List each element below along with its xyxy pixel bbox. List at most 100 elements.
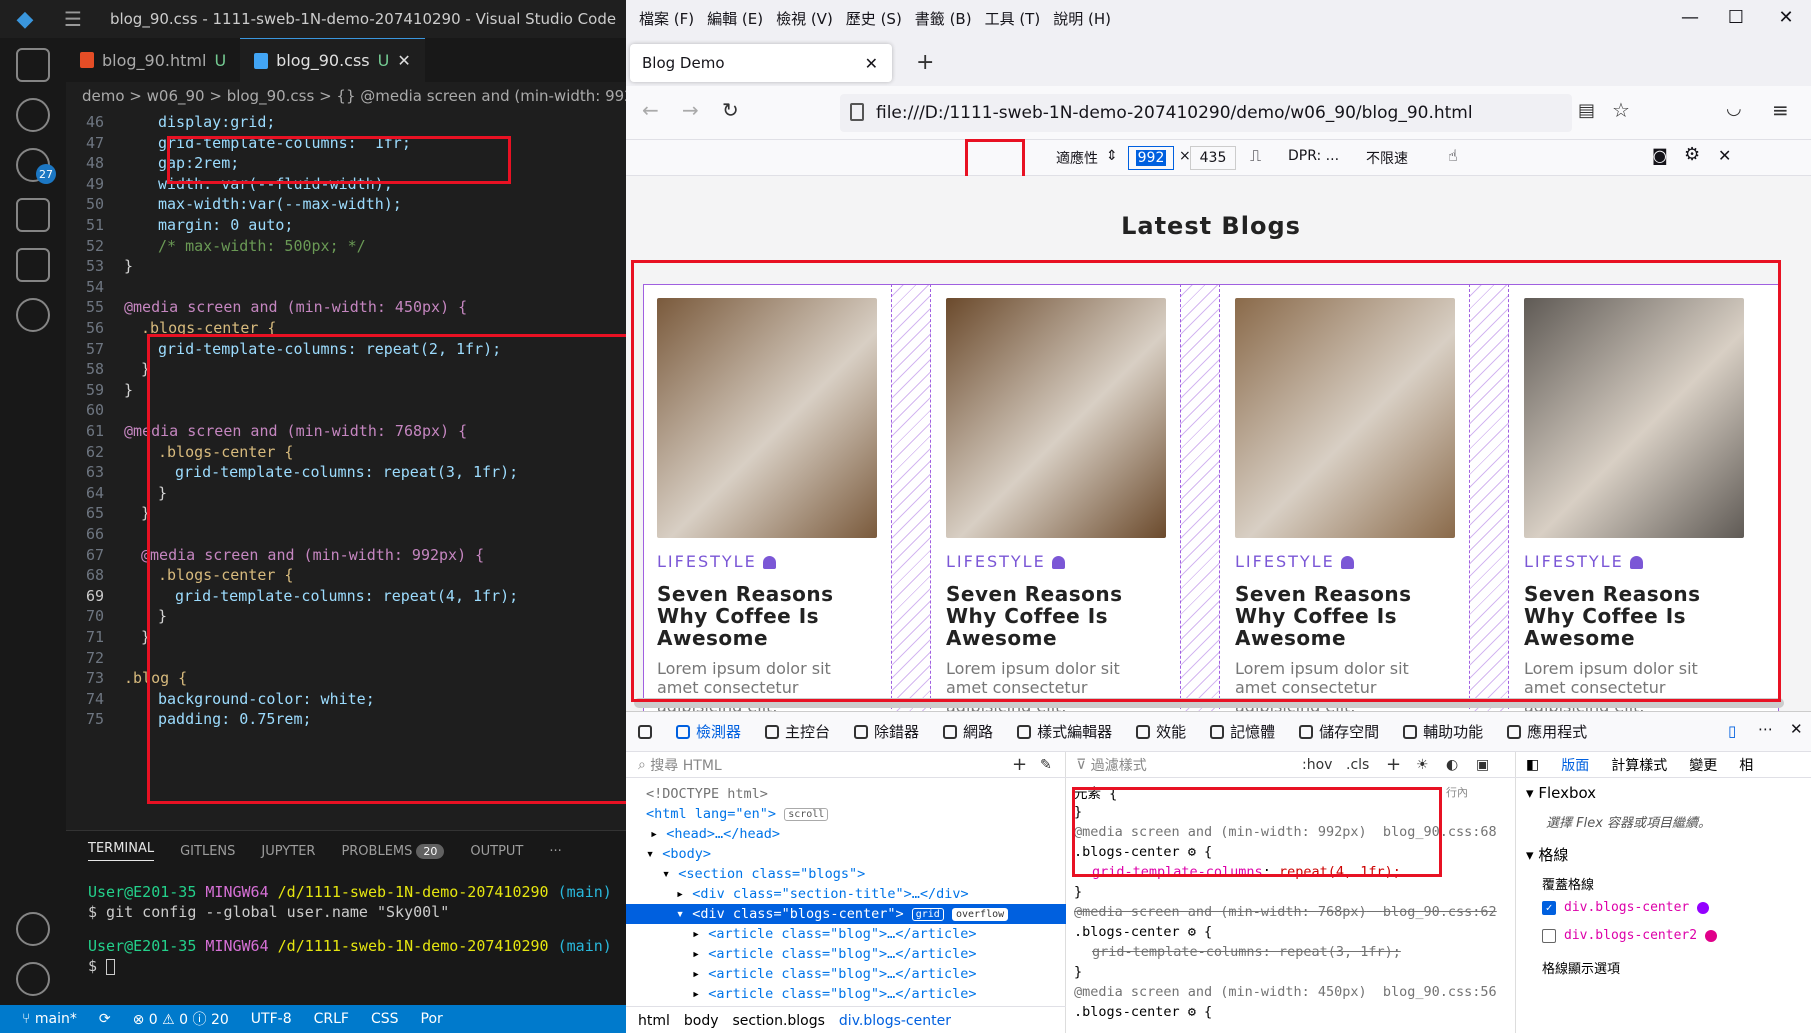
- tab-gitlens[interactable]: GITLENS: [180, 844, 235, 859]
- rule-source[interactable]: blog_90.css:56: [1383, 984, 1497, 1000]
- tab-blog-html[interactable]: blog_90.html U: [66, 38, 240, 82]
- scroll-badge[interactable]: scroll: [784, 807, 829, 821]
- tree-node[interactable]: ▸ <article class="blog">…</article>: [626, 924, 1066, 944]
- viewport-height-input[interactable]: 435: [1190, 146, 1236, 170]
- flexbox-section[interactable]: ▾ Flexbox: [1526, 784, 1596, 802]
- new-tab-icon[interactable]: +: [916, 50, 934, 75]
- tab-inspector[interactable]: 檢測器: [676, 721, 741, 742]
- tab-console[interactable]: 主控台: [765, 721, 830, 742]
- tree-node[interactable]: ▾ <section class="blogs">: [626, 864, 1066, 884]
- minimize-icon[interactable]: —: [1670, 2, 1710, 32]
- tab-layout[interactable]: 版面: [1561, 755, 1589, 775]
- back-icon[interactable]: ←: [642, 98, 659, 122]
- menu-help[interactable]: 說明 (H): [1053, 8, 1111, 29]
- tab-output[interactable]: OUTPUT: [470, 844, 523, 859]
- tab-computed[interactable]: 計算樣式: [1611, 755, 1667, 775]
- screenshot-icon[interactable]: ◙: [1652, 146, 1668, 165]
- port-status[interactable]: Por: [421, 1011, 443, 1027]
- sync-icon[interactable]: ⟳: [99, 1011, 111, 1027]
- tab-blog-css[interactable]: blog_90.css U ✕: [240, 38, 425, 82]
- crumb-selected[interactable]: div.blogs-center: [839, 1013, 951, 1029]
- tab-debugger[interactable]: 除錯器: [854, 721, 919, 742]
- rule-selector[interactable]: .blogs-center ⚙ {: [1066, 842, 1516, 862]
- settings-gear-icon[interactable]: ⚙: [1684, 144, 1700, 165]
- menu-view[interactable]: 檢視 (V): [776, 8, 833, 29]
- rule-selector[interactable]: .blogs-center ⚙ {: [1066, 922, 1516, 942]
- crumb[interactable]: section.blogs: [733, 1013, 825, 1029]
- tab-style-editor[interactable]: 樣式編輯器: [1017, 721, 1112, 742]
- menu-tools[interactable]: 工具 (T): [985, 8, 1041, 29]
- checkbox-checked[interactable]: ✓: [1542, 900, 1556, 915]
- close-rdm-icon[interactable]: ✕: [1718, 146, 1731, 165]
- responsive-label[interactable]: 適應性: [1056, 148, 1098, 168]
- dpr-select[interactable]: DPR: ...: [1288, 148, 1339, 164]
- tab-memory[interactable]: 記憶體: [1210, 721, 1275, 742]
- grid-color-swatch[interactable]: [1705, 929, 1718, 942]
- touch-icon[interactable]: ☝: [1448, 146, 1458, 165]
- style-filter-input[interactable]: ⊽ 過濾樣式 :hov .cls + ☀ ◐ ▣: [1066, 752, 1516, 778]
- extensions-icon[interactable]: [16, 248, 50, 282]
- throttle-select[interactable]: 不限速: [1366, 148, 1408, 168]
- menu-history[interactable]: 歷史 (S): [846, 8, 902, 29]
- tab-jupyter[interactable]: JUPYTER: [261, 844, 315, 859]
- picker-icon[interactable]: [638, 724, 652, 739]
- close-devtools-icon[interactable]: ✕: [1790, 720, 1803, 738]
- add-node-icon[interactable]: +: [1012, 754, 1027, 775]
- search-icon[interactable]: [16, 98, 50, 132]
- horizontal-scrollbar[interactable]: [634, 698, 1784, 708]
- grid-overlay-item[interactable]: ✓ div.blogs-center: [1542, 900, 1710, 915]
- rule-declaration[interactable]: grid-template-columns: repeat(4, 1fr);: [1066, 862, 1516, 882]
- problems-status[interactable]: ⊗ 0 ⚠ 0 ⓘ 20: [133, 1009, 229, 1029]
- rule-selector[interactable]: .blogs-center ⚙ {: [1066, 1002, 1516, 1022]
- grid-badge[interactable]: grid: [911, 907, 944, 921]
- terminal-input[interactable]: $: [66, 957, 626, 977]
- checkbox-unchecked[interactable]: [1542, 928, 1556, 943]
- tab-performance[interactable]: 效能: [1136, 721, 1186, 742]
- tree-node[interactable]: <html lang="en"> scroll: [626, 804, 1066, 824]
- tree-node[interactable]: <!DOCTYPE html>: [626, 784, 1066, 804]
- breadcrumb[interactable]: demo > w06_90 > blog_90.css > {} @media …: [66, 82, 626, 110]
- tree-node[interactable]: ▸ <div class="section-title">…</div>: [626, 884, 1066, 904]
- menu-edit[interactable]: 編輯 (E): [707, 8, 763, 29]
- maximize-icon[interactable]: ☐: [1716, 2, 1756, 32]
- rotate-icon[interactable]: ⎍: [1250, 146, 1261, 166]
- crumb[interactable]: html: [638, 1013, 670, 1029]
- hamburger-menu-icon[interactable]: ☰: [64, 7, 82, 31]
- code-line[interactable]: 75 padding: 0.75rem;: [66, 707, 626, 731]
- viewport-width-input[interactable]: 992: [1128, 146, 1174, 170]
- tree-node-selected[interactable]: ▾ <div class="blogs-center"> grid overfl…: [626, 904, 1066, 924]
- encoding-status[interactable]: UTF-8: [251, 1011, 292, 1027]
- dock-icon[interactable]: ▯: [1728, 722, 1736, 740]
- eol-status[interactable]: CRLF: [314, 1011, 349, 1027]
- explorer-icon[interactable]: [16, 48, 50, 82]
- gear-icon[interactable]: [16, 962, 50, 996]
- tree-node[interactable]: ▸ <article class="blog">…</article>: [626, 984, 1066, 1004]
- close-window-icon[interactable]: ✕: [1766, 2, 1806, 32]
- print-icon[interactable]: ▣: [1476, 757, 1489, 773]
- light-mode-icon[interactable]: ☀: [1416, 757, 1429, 773]
- cls-toggle[interactable]: .cls: [1346, 757, 1369, 773]
- menu-file[interactable]: 檔案 (F): [639, 8, 694, 29]
- close-icon[interactable]: ✕: [397, 51, 410, 70]
- element-rule[interactable]: 元素 {行內: [1066, 782, 1516, 802]
- tree-node[interactable]: ▸ <article class="blog">…</article>: [626, 944, 1066, 964]
- tab-network[interactable]: 網路: [943, 721, 993, 742]
- code-editor[interactable]: 46 display:grid; 47 grid-template-columns: …: [66, 110, 626, 830]
- tab-terminal[interactable]: TERMINAL: [88, 841, 155, 861]
- reload-icon[interactable]: ↻: [722, 98, 739, 122]
- language-status[interactable]: CSS: [371, 1011, 399, 1027]
- tree-node[interactable]: ▸ <article class="blog">…</article>: [626, 964, 1066, 984]
- grid-section[interactable]: ▾ 格線: [1526, 844, 1568, 865]
- add-rule-icon[interactable]: +: [1386, 754, 1401, 775]
- tab-application[interactable]: 應用程式: [1507, 721, 1587, 742]
- tab-problems[interactable]: PROBLEMS 20: [341, 843, 445, 859]
- tab-accessibility[interactable]: 輔助功能: [1403, 721, 1483, 742]
- reader-icon[interactable]: ▤: [1578, 100, 1595, 121]
- tree-node[interactable]: ▾ <body>: [626, 844, 1066, 864]
- account-icon[interactable]: [16, 912, 50, 946]
- more-options-icon[interactable]: ⋯: [1758, 720, 1773, 738]
- grid-overlay-item[interactable]: div.blogs-center2: [1542, 928, 1718, 943]
- dark-mode-icon[interactable]: ◐: [1446, 757, 1458, 773]
- hov-toggle[interactable]: :hov: [1302, 757, 1332, 773]
- tab-changes[interactable]: 變更: [1689, 755, 1717, 775]
